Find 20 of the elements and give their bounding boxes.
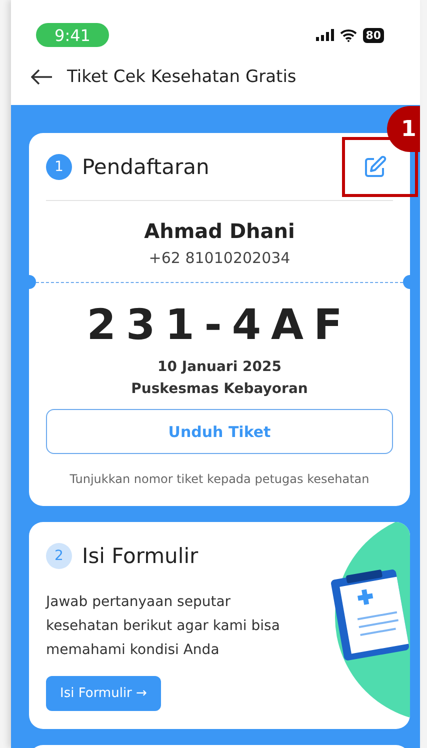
patient-phone: +62 81010202034 — [148, 249, 292, 267]
wifi-icon — [340, 28, 357, 42]
step-number: 2 — [46, 542, 72, 568]
card-title: Isi Formulir — [82, 544, 200, 568]
battery-icon: 80 — [362, 28, 384, 42]
card-title: Pendaftaran — [82, 154, 210, 178]
ticket-date: 10 Januari 2025 — [156, 359, 282, 375]
ticket-location: Puskesmas Kebayoran — [130, 381, 309, 397]
page-title: Tiket Cek Kesehatan Gratis — [67, 66, 296, 86]
download-ticket-button[interactable]: Unduh Tiket — [46, 409, 393, 454]
form-description: Jawab pertanyaan seputar kesehatan berikut agar kami bisa memahami kondisi Anda — [46, 593, 281, 660]
status-time: 9:41 — [36, 23, 109, 47]
ticket-note: Tunjukkan nomor tiket kepada petugas kesehatan — [68, 472, 370, 486]
step-number: 1 — [46, 154, 72, 180]
ticket-code: 231-4AF — [86, 299, 354, 351]
patient-name: Ahmad Dhani — [143, 219, 296, 243]
signal-icon — [316, 29, 334, 41]
fill-form-button[interactable]: Isi Formulir → — [46, 676, 161, 711]
back-arrow-icon[interactable] — [31, 68, 53, 84]
edit-icon — [363, 154, 387, 178]
